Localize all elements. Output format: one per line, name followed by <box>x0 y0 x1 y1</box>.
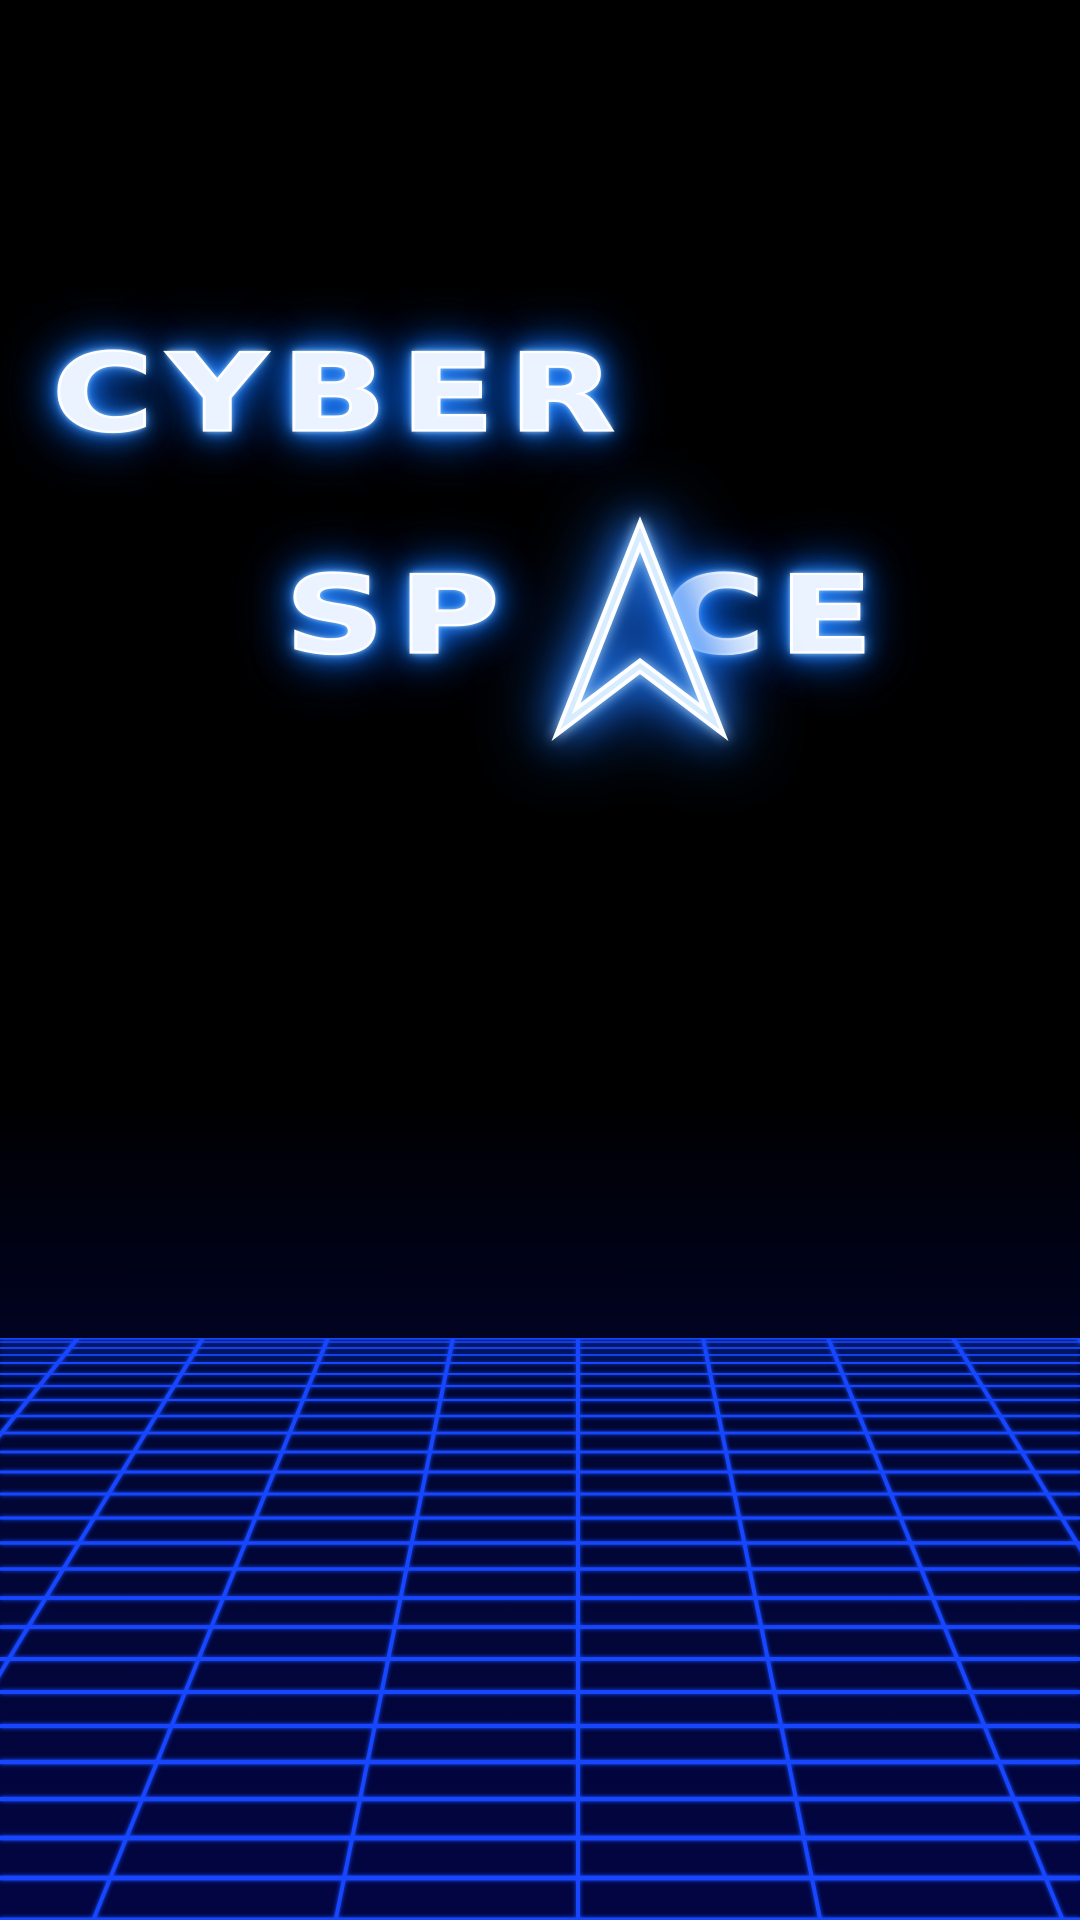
grid-vertical-line <box>826 1338 1065 1920</box>
title-screen: CYBER SP CE <box>0 0 1080 1920</box>
horizon-glow <box>0 1100 1080 1340</box>
game-logo: CYBER SP CE <box>0 0 1080 800</box>
grid-vertical-line <box>0 1338 80 1438</box>
grid-vertical-line <box>333 1338 455 1920</box>
grid-vertical-line <box>91 1338 330 1920</box>
grid-vertical-line <box>701 1338 823 1920</box>
grid-lines <box>0 1338 1080 1920</box>
neon-grid <box>0 1338 1080 1920</box>
logo-word-space-start: SP <box>284 552 514 679</box>
logo-word-cyber: CYBER <box>51 330 629 457</box>
grid-vertical-line <box>0 1338 205 1678</box>
arrowhead-icon <box>551 516 729 742</box>
grid-vertical-line <box>951 1338 1080 1552</box>
